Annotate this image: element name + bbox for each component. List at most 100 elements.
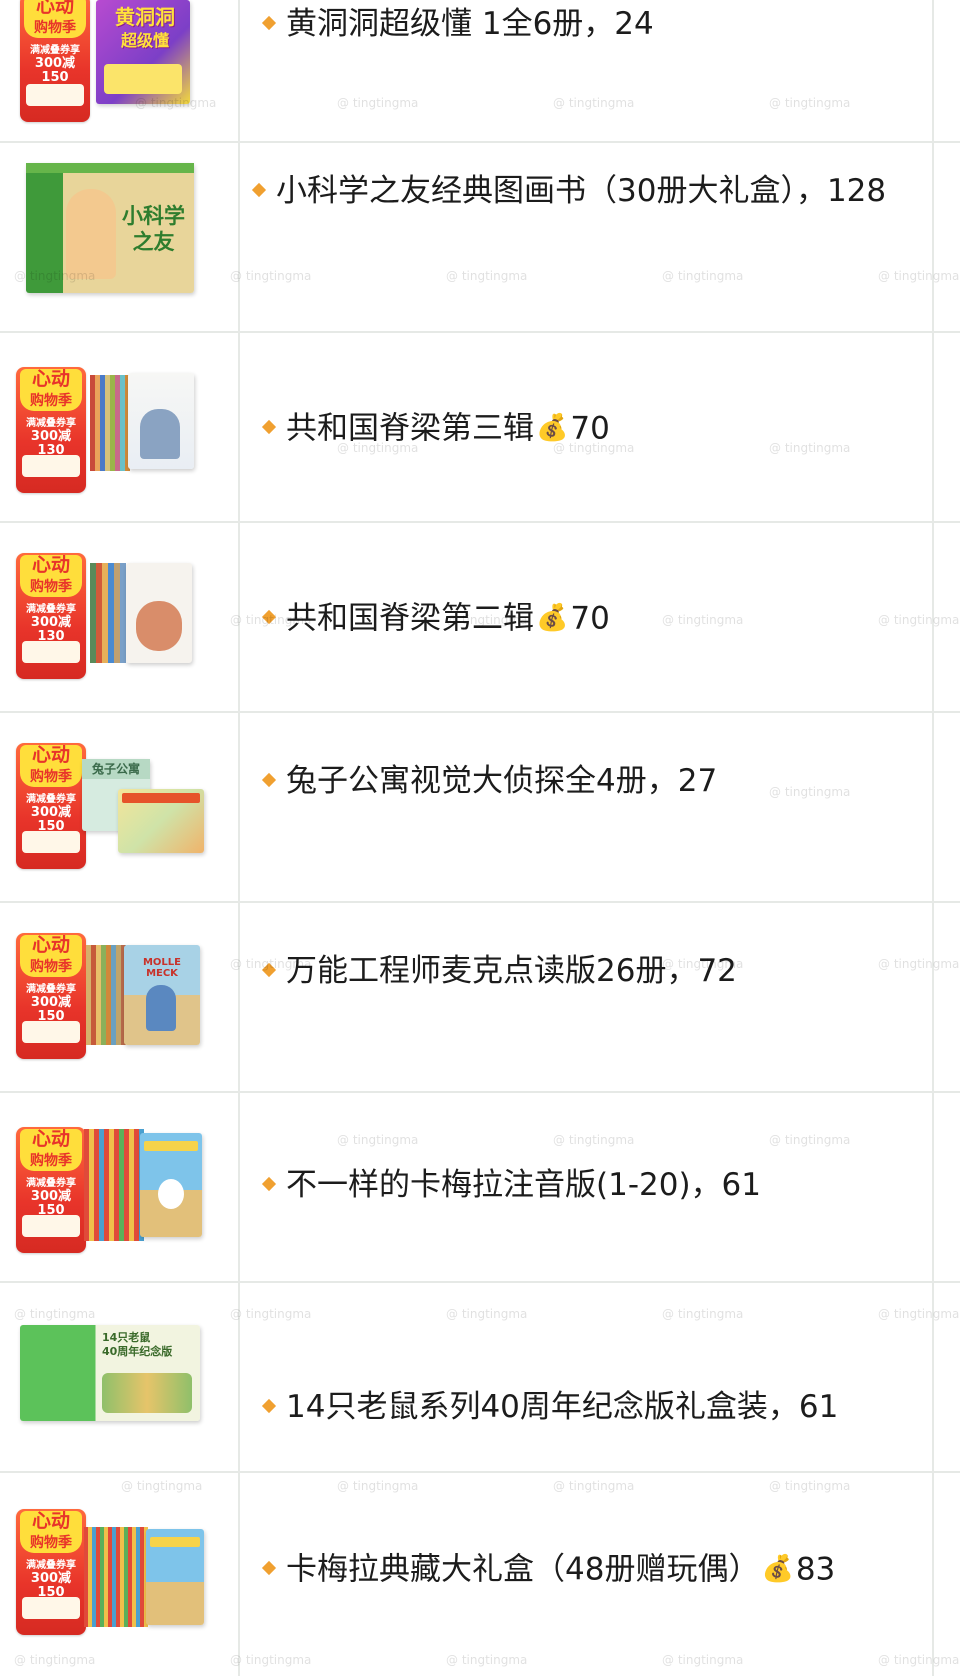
watermark: @ tingtingma (769, 1479, 851, 1493)
product-info-cell: 小科学之友经典图画书（30册大礼盒），128 (240, 143, 934, 331)
product-info-cell: 共和国脊梁第二辑💰70 (240, 523, 934, 711)
watermark: @ tingtingma (769, 441, 851, 455)
promo-badge: 心动 购物季 满减叠券享 300减150 (20, 0, 90, 122)
watermark: @ tingtingma (337, 96, 419, 110)
promo-subtitle: 购物季 (30, 393, 72, 409)
watermark: @ tingtingma (446, 1653, 528, 1667)
product-info-cell: 不一样的卡梅拉注音版(1-20)，61 (240, 1093, 934, 1281)
bullet-icon (261, 419, 277, 435)
promo-title: 心动 (31, 1510, 70, 1532)
product-title-text: 不一样的卡梅拉注音版(1-20)，61 (286, 1167, 761, 1203)
watermark: @ tingtingma (878, 1653, 960, 1667)
product-price: 70 (570, 600, 610, 637)
product-cover: MOLLE MECK (124, 945, 200, 1045)
promo-deal: 300减150 (30, 1189, 72, 1218)
watermark: @ tingtingma (553, 1479, 635, 1493)
promo-line: 满减叠券享 (26, 1560, 76, 1571)
watermark: @ tingtingma (337, 441, 419, 455)
promo-deal: 300减150 (34, 56, 76, 85)
promo-badge: 心动购物季 满减叠券享 300减150 (16, 1509, 86, 1635)
watermark: @ tingtingma (878, 957, 960, 971)
bullet-icon (261, 1560, 277, 1576)
list-item[interactable]: 14只老鼠 40周年纪念版 14只老鼠系列40周年纪念版礼盒装，61 @ tin… (0, 1283, 960, 1473)
promo-badge: 心动 购物季 满减叠券享 300减150 (16, 743, 86, 869)
product-info-cell: 兔子公寓视觉大侦探全4册，27 (240, 713, 934, 901)
product-title: 14只老鼠系列40周年纪念版礼盒装，61 (240, 1383, 912, 1431)
promo-title: 心动 (31, 1128, 70, 1150)
product-cover (126, 563, 192, 663)
bullet-icon (251, 182, 267, 197)
promo-title: 心动 (31, 554, 70, 576)
list-item[interactable]: 心动 购物季 满减叠券享 300减150 不一样的卡梅拉注音版(1-20)，61 @… (0, 1093, 960, 1283)
list-item[interactable]: 心动购物季 满减叠券享 300减130 共和国脊梁第二辑💰70 @ tingtin… (0, 523, 960, 713)
bullet-icon (261, 15, 277, 30)
product-info-cell: 共和国脊梁第三辑💰70 (240, 333, 934, 521)
list-item[interactable]: 心动 购物季 满减叠券享 300减130 共和国脊梁第三辑💰70 @ tingtin… (0, 333, 960, 523)
promo-subtitle: 购物季 (30, 959, 72, 975)
bullet-icon (261, 1398, 277, 1413)
promo-subtitle: 购物季 (34, 20, 76, 36)
watermark: @ tingtingma (14, 1653, 96, 1667)
product-info-cell: 14只老鼠系列40周年纪念版礼盒装，61 (240, 1283, 934, 1471)
product-info-cell: 黄洞洞超级懂 1全6册，24 (240, 0, 934, 141)
product-title: 不一样的卡梅拉注音版(1-20)，61 (240, 1161, 912, 1209)
promo-line: 满减叠券享 (26, 604, 76, 615)
product-title: 万能工程师麦克点读版26册，72 (240, 947, 912, 995)
promo-deal: 300减130 (30, 615, 72, 644)
promo-line: 满减叠券享 (30, 45, 80, 56)
watermark: @ tingtingma (446, 1307, 528, 1321)
product-info-cell: 卡梅拉典藏大礼盒（48册赠玩偶）💰83 (240, 1473, 934, 1676)
promo-line: 满减叠券享 (26, 984, 76, 995)
product-cover-2 (118, 789, 204, 853)
promo-deal: 300减130 (30, 429, 72, 458)
promo-line: 满减叠券享 (26, 794, 76, 805)
watermark: @ tingtingma (769, 785, 851, 799)
list-item[interactable]: 心动 购物季 满减叠券享 300减150 黄洞洞 超级懂 黄洞洞超级懂 1全6册，24… (0, 0, 960, 143)
product-cover (146, 1529, 204, 1625)
watermark: @ tingtingma (337, 1133, 419, 1147)
watermark: @ tingtingma (121, 1479, 203, 1493)
product-title-text: 小科学之友经典图画书（30册大礼盒），128 (276, 173, 887, 209)
list-item[interactable]: 小科学 之友 小科学之友经典图画书（30册大礼盒），128 @ tingtingm… (0, 143, 960, 333)
product-cover: 14只老鼠 40周年纪念版 (20, 1325, 200, 1421)
watermark: @ tingtingma (446, 269, 528, 283)
product-title-text: 黄洞洞超级懂 1全6册，24 (286, 6, 654, 42)
promo-deal: 300减150 (30, 995, 72, 1024)
product-cover: 黄洞洞 超级懂 (96, 0, 190, 104)
promo-badge: 心动 购物季 满减叠券享 300减130 (16, 367, 86, 493)
list-item[interactable]: 心动购物季 满减叠券享 300减150 MOLLE MECK 万能工程师麦克点读版… (0, 903, 960, 1093)
promo-badge: 心动购物季 满减叠券享 300减130 (16, 553, 86, 679)
product-list: 心动 购物季 满减叠券享 300减150 黄洞洞 超级懂 黄洞洞超级懂 1全6册，24… (0, 0, 960, 1676)
list-item[interactable]: 心动 购物季 满减叠券享 300减150 兔子公寓 兔子公寓视觉大侦探全4册，27 … (0, 713, 960, 903)
product-cover (128, 373, 194, 469)
watermark: @ tingtingma (446, 613, 528, 627)
list-item[interactable]: 心动购物季 满减叠券享 300减150 卡梅拉典藏大礼盒（48册赠玩偶）💰83 @… (0, 1473, 960, 1676)
promo-subtitle: 购物季 (30, 1535, 72, 1551)
watermark: @ tingtingma (662, 269, 744, 283)
watermark: @ tingtingma (14, 269, 96, 283)
money-bag-icon: 💰 (761, 1554, 794, 1584)
product-title: 小科学之友经典图画书（30册大礼盒），128 (240, 167, 912, 215)
product-image-cell: 心动 购物季 满减叠券享 300减150 兔子公寓 (0, 713, 240, 901)
promo-title: 心动 (31, 368, 70, 390)
promo-subtitle: 购物季 (30, 579, 72, 595)
product-title: 卡梅拉典藏大礼盒（48册赠玩偶）💰83 (240, 1545, 912, 1597)
promo-deal: 300减150 (30, 1571, 72, 1600)
watermark: @ tingtingma (230, 1307, 312, 1321)
watermark: @ tingtingma (230, 1653, 312, 1667)
product-image-cell: 心动购物季 满减叠券享 300减150 MOLLE MECK (0, 903, 240, 1091)
product-title: 共和国脊梁第二辑💰70 (240, 594, 912, 646)
promo-subtitle: 购物季 (30, 1153, 72, 1169)
product-title: 黄洞洞超级懂 1全6册，24 (240, 0, 912, 48)
watermark: @ tingtingma (769, 96, 851, 110)
watermark: @ tingtingma (662, 1653, 744, 1667)
cover-title: 14只老鼠 40周年纪念版 (102, 1331, 173, 1358)
promo-title: 心动 (31, 934, 70, 956)
product-image-cell: 小科学 之友 (0, 143, 240, 331)
watermark: @ tingtingma (230, 613, 312, 627)
product-cover (140, 1133, 202, 1237)
promo-deal: 300减150 (30, 805, 72, 834)
product-image-cell: 心动购物季 满减叠券享 300减130 (0, 523, 240, 711)
promo-badge: 心动 购物季 满减叠券享 300减150 (16, 1127, 86, 1253)
watermark: @ tingtingma (135, 96, 217, 110)
